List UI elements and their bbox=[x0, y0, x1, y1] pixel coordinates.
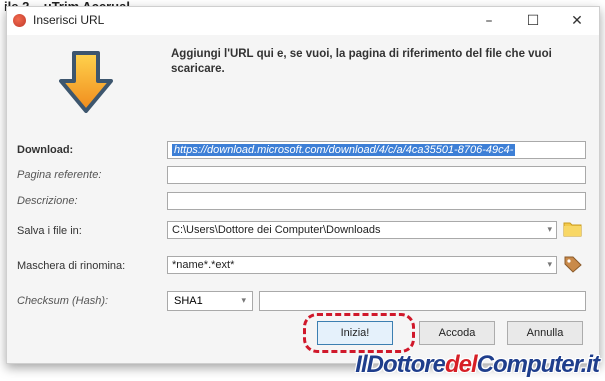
add-url-dialog: Inserisci URL – ☐ ✕ Aggiungi l'URL qui e… bbox=[6, 6, 600, 364]
tag-icon[interactable] bbox=[563, 255, 583, 278]
checksum-field[interactable] bbox=[259, 291, 586, 311]
title-bar: Inserisci URL – ☐ ✕ bbox=[7, 7, 599, 35]
hash-algorithm-select[interactable]: SHA1 ▾ bbox=[167, 291, 253, 311]
download-label: Download: bbox=[17, 144, 74, 156]
folder-icon[interactable] bbox=[563, 220, 583, 243]
rename-mask-combo[interactable]: *name*.*ext* ▾ bbox=[167, 256, 557, 274]
app-icon bbox=[13, 14, 26, 27]
minimize-button[interactable]: – bbox=[467, 7, 511, 35]
download-arrow-icon bbox=[59, 51, 113, 118]
save-to-label: Salva i file in: bbox=[17, 225, 82, 237]
download-url-field[interactable]: https://download.microsoft.com/download/… bbox=[167, 141, 586, 159]
chevron-down-icon: ▾ bbox=[547, 225, 552, 235]
window-title: Inserisci URL bbox=[33, 13, 105, 27]
checksum-label: Checksum (Hash): bbox=[17, 295, 109, 307]
description-field[interactable] bbox=[167, 192, 586, 210]
referrer-label: Pagina referente: bbox=[17, 169, 102, 181]
queue-button[interactable]: Accoda bbox=[419, 321, 495, 345]
save-to-combo[interactable]: C:\Users\Dottore dei Computer\Downloads … bbox=[167, 221, 557, 239]
referrer-field[interactable] bbox=[167, 166, 586, 184]
dialog-headline: Aggiungi l'URL qui e, se vuoi, la pagina… bbox=[171, 48, 552, 75]
close-button[interactable]: ✕ bbox=[555, 7, 599, 35]
chevron-down-icon: ▾ bbox=[241, 296, 246, 306]
description-label: Descrizione: bbox=[17, 195, 78, 207]
watermark-logo: IlDottoredelComputer.it bbox=[355, 351, 600, 378]
chevron-down-icon: ▾ bbox=[547, 260, 552, 270]
cancel-button[interactable]: Annulla bbox=[507, 321, 583, 345]
rename-mask-label: Maschera di rinomina: bbox=[17, 260, 126, 272]
maximize-button[interactable]: ☐ bbox=[511, 7, 555, 35]
start-button[interactable]: Inizia! bbox=[317, 321, 393, 345]
